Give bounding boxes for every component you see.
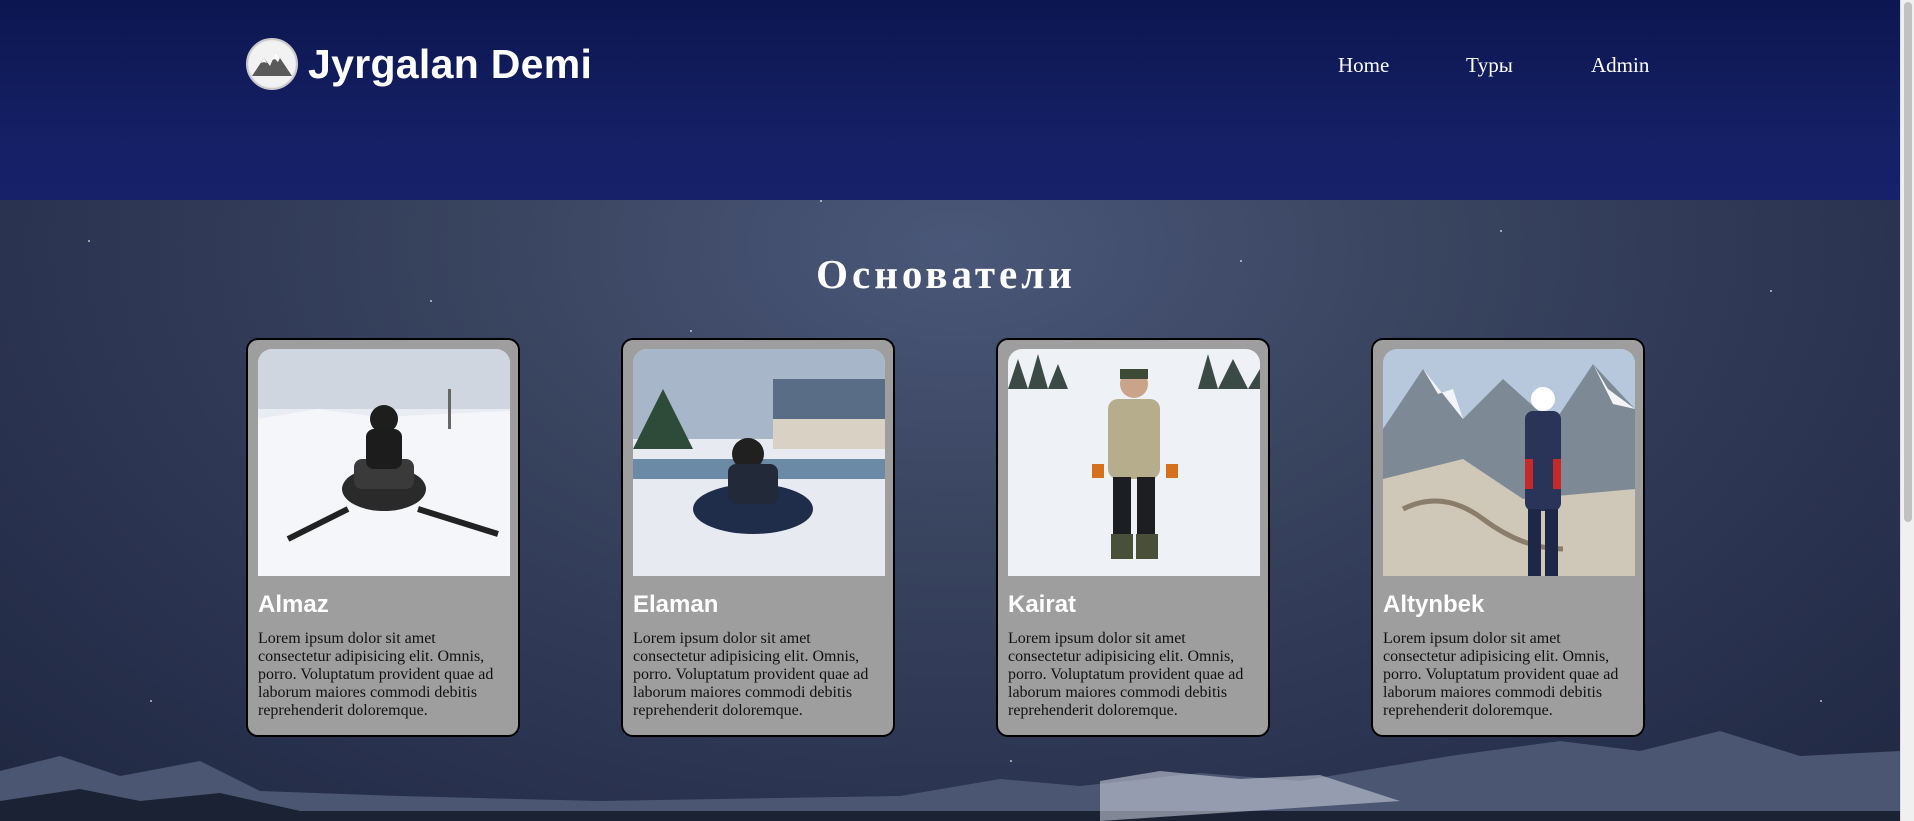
founder-name: Elaman: [633, 591, 719, 618]
founder-name: Almaz: [258, 591, 329, 618]
founder-card: Elaman Lorem ipsum dolor sit amet consec…: [621, 338, 895, 737]
founder-name: Kairat: [1008, 591, 1077, 618]
founder-name: Altynbek: [1383, 591, 1485, 618]
founder-card: Altynbek Lorem ipsum dolor sit amet cons…: [1371, 338, 1645, 737]
founder-photo: [633, 349, 885, 576]
founder-description: Lorem ipsum dolor sit amet consectetur a…: [633, 630, 869, 719]
founder-card: Almaz Lorem ipsum dolor sit amet consect…: [246, 338, 520, 737]
founder-card: Kairat Lorem ipsum dolor sit amet consec…: [996, 338, 1270, 737]
brand[interactable]: Jyrgalan Demi: [246, 38, 592, 90]
founder-description: Lorem ipsum dolor sit amet consectetur a…: [258, 630, 494, 719]
founder-description: Lorem ipsum dolor sit amet consectetur a…: [1383, 630, 1619, 719]
nav-home[interactable]: Home: [1338, 53, 1389, 78]
nav-admin[interactable]: Admin: [1591, 53, 1649, 78]
scrollbar-thumb[interactable]: [1904, 2, 1912, 522]
section-title: Основатели: [816, 251, 1076, 297]
vertical-scrollbar[interactable]: [1900, 0, 1914, 821]
founder-description: Lorem ipsum dolor sit amet consectetur a…: [1008, 630, 1244, 719]
founder-photo: [1008, 349, 1260, 576]
site-header: Jyrgalan Demi Home Туры Admin: [0, 0, 1900, 200]
mountain-logo-icon: [246, 38, 298, 90]
brand-name: Jyrgalan Demi: [308, 40, 593, 87]
founder-photo: [258, 349, 510, 576]
founder-photo: [1383, 349, 1635, 576]
nav-tours[interactable]: Туры: [1466, 53, 1513, 78]
